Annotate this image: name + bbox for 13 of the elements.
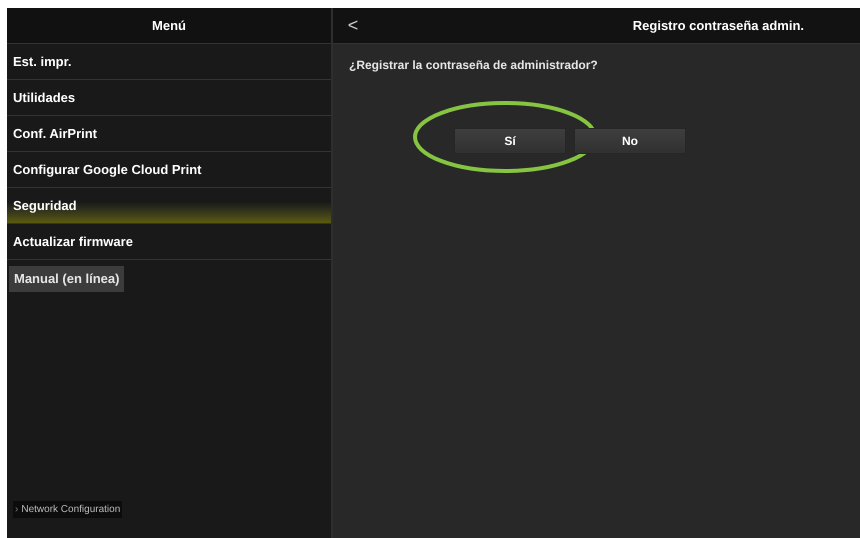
menu-item[interactable]: Actualizar firmware [7,224,331,260]
back-button[interactable]: < [345,12,361,39]
sidebar-title: Menú [152,16,186,35]
chevron-icon: › [15,502,18,517]
question-text: ¿Registrar la contraseña de administrador? [348,57,599,74]
menu-item[interactable]: Conf. AirPrint [7,116,331,152]
page-title: Registro contraseña admin. [632,16,804,35]
dialog-button[interactable]: Sí [454,128,566,154]
network-configuration-link[interactable]: › Network Configuration [13,501,122,518]
manual-button[interactable]: Manual (en línea) [9,266,124,292]
menu-item[interactable]: Utilidades [7,80,331,116]
menu-item[interactable]: Est. impr. [7,44,331,80]
dialog-button[interactable]: No [574,128,686,154]
